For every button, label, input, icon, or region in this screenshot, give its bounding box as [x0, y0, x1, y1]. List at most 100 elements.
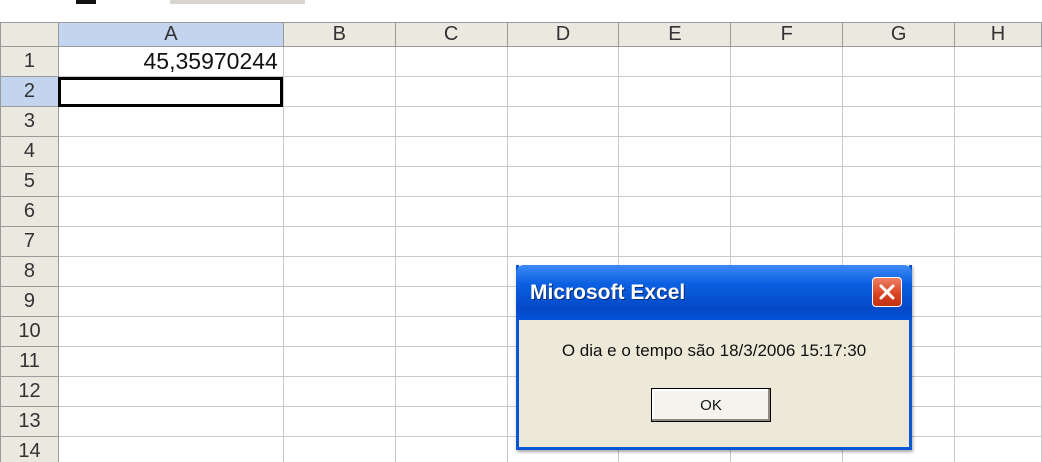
cell[interactable] [618, 196, 732, 227]
row-header[interactable]: 9 [0, 286, 59, 317]
cell[interactable] [57, 436, 284, 462]
cell[interactable] [618, 46, 732, 77]
cell[interactable] [954, 376, 1042, 407]
cell[interactable] [394, 286, 508, 317]
cell[interactable] [57, 136, 284, 167]
cell[interactable] [282, 256, 396, 287]
row-header[interactable]: 5 [0, 166, 59, 197]
cell[interactable] [730, 166, 844, 197]
cell[interactable] [282, 76, 396, 107]
cell[interactable] [506, 136, 620, 167]
column-header[interactable]: F [730, 22, 844, 47]
cell[interactable] [57, 346, 284, 377]
row-header[interactable]: 13 [0, 406, 59, 437]
cell[interactable] [57, 106, 284, 137]
cell[interactable] [954, 196, 1042, 227]
cell[interactable] [57, 286, 284, 317]
cell[interactable] [730, 136, 844, 167]
cell[interactable] [394, 346, 508, 377]
cell[interactable] [954, 286, 1042, 317]
cell[interactable] [954, 316, 1042, 347]
cell[interactable] [730, 76, 844, 107]
dialog-close-button[interactable] [872, 277, 902, 307]
cell[interactable] [842, 166, 956, 197]
cell[interactable] [954, 46, 1042, 77]
column-header[interactable]: E [618, 22, 732, 47]
cell[interactable] [282, 436, 396, 462]
cell[interactable] [954, 406, 1042, 437]
cell[interactable] [394, 436, 508, 462]
cell[interactable] [954, 256, 1042, 287]
row-header[interactable]: 11 [0, 346, 59, 377]
column-header[interactable]: A [57, 22, 284, 47]
cell[interactable] [282, 46, 396, 77]
cell[interactable] [842, 46, 956, 77]
cell[interactable] [506, 106, 620, 137]
row-header[interactable]: 12 [0, 376, 59, 407]
cell[interactable] [394, 136, 508, 167]
cell[interactable] [57, 406, 284, 437]
cell[interactable] [618, 166, 732, 197]
select-all-corner[interactable] [0, 22, 59, 47]
cell[interactable] [394, 166, 508, 197]
cell[interactable] [842, 136, 956, 167]
row-header[interactable]: 10 [0, 316, 59, 347]
cell[interactable] [57, 316, 284, 347]
cell[interactable] [954, 226, 1042, 257]
column-header[interactable]: C [394, 22, 508, 47]
column-header[interactable]: H [954, 22, 1042, 47]
cell[interactable] [57, 256, 284, 287]
cell[interactable] [394, 106, 508, 137]
cell[interactable] [282, 136, 396, 167]
cell[interactable] [618, 136, 732, 167]
column-header[interactable]: D [506, 22, 620, 47]
ok-button[interactable]: OK [651, 388, 771, 422]
cell[interactable] [506, 196, 620, 227]
cell[interactable] [506, 226, 620, 257]
row-header[interactable]: 8 [0, 256, 59, 287]
cell[interactable] [394, 316, 508, 347]
cell[interactable] [282, 106, 396, 137]
cell[interactable] [730, 226, 844, 257]
cell[interactable] [954, 106, 1042, 137]
cell[interactable] [394, 226, 508, 257]
cell[interactable] [842, 226, 956, 257]
row-header[interactable]: 6 [0, 196, 59, 227]
cell[interactable] [57, 196, 284, 227]
column-header[interactable]: B [282, 22, 396, 47]
cell[interactable] [57, 226, 284, 257]
cell[interactable] [842, 76, 956, 107]
row-header[interactable]: 7 [0, 226, 59, 257]
cell[interactable] [730, 46, 844, 77]
cell[interactable] [394, 376, 508, 407]
cell[interactable] [618, 226, 732, 257]
column-header[interactable]: G [842, 22, 956, 47]
row-header[interactable]: 3 [0, 106, 59, 137]
cell[interactable] [842, 106, 956, 137]
cell[interactable] [954, 346, 1042, 377]
cell[interactable] [57, 166, 284, 197]
cell[interactable] [394, 46, 508, 77]
cell[interactable] [730, 196, 844, 227]
cell[interactable] [506, 46, 620, 77]
cell[interactable] [394, 256, 508, 287]
row-header[interactable]: 14 [0, 436, 59, 462]
row-header[interactable]: 4 [0, 136, 59, 167]
cell[interactable] [282, 196, 396, 227]
cell[interactable] [954, 436, 1042, 462]
cell[interactable] [954, 136, 1042, 167]
dialog-titlebar[interactable]: Microsoft Excel [516, 265, 912, 320]
cell[interactable] [282, 376, 396, 407]
cell-a1[interactable]: 45,35970244 [57, 46, 284, 77]
cell[interactable] [618, 76, 732, 107]
cell[interactable] [57, 376, 284, 407]
cell[interactable] [282, 316, 396, 347]
cell[interactable] [394, 406, 508, 437]
cell[interactable] [954, 166, 1042, 197]
cell[interactable] [282, 406, 396, 437]
cell[interactable] [282, 346, 396, 377]
cell[interactable] [394, 76, 508, 107]
cell[interactable] [618, 106, 732, 137]
cell[interactable] [282, 166, 396, 197]
cell[interactable] [954, 76, 1042, 107]
